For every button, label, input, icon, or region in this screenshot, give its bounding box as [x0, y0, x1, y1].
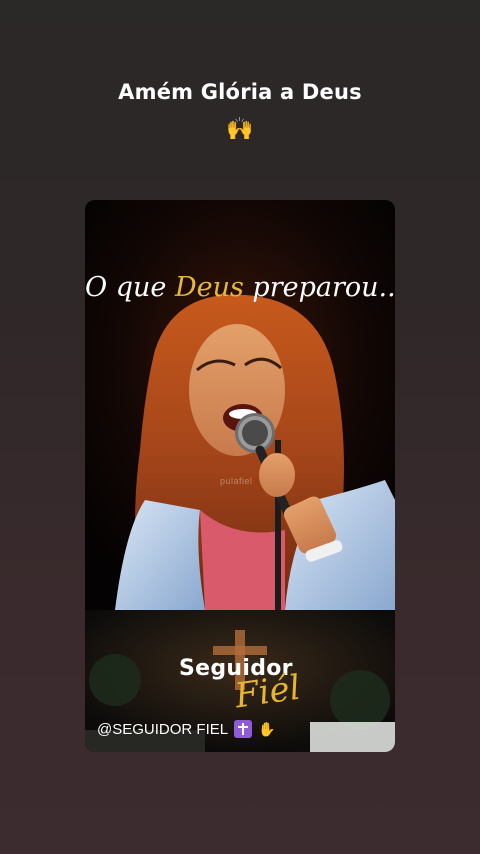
brand-area: Seguidor Fiél @SEGUIDOR FIEL ✋ — [85, 610, 395, 752]
singer-photo — [85, 200, 395, 610]
story-video-card[interactable]: O que Deus preparou... pulafiel Seguidor… — [85, 200, 395, 752]
handle-text: @SEGUIDOR FIEL — [97, 720, 229, 738]
account-handle[interactable]: @SEGUIDOR FIEL ✋ — [97, 720, 276, 738]
story-caption: Amém Glória a Deus 🙌 — [0, 78, 480, 142]
latin-cross-icon — [234, 720, 253, 738]
caption-title: Amém Glória a Deus — [118, 80, 362, 104]
phrase-highlight: Deus — [174, 272, 244, 303]
phrase-part1: O que — [85, 272, 175, 303]
phrase-part2: preparou... — [243, 272, 395, 303]
overlay-phrase: O que Deus preparou... — [85, 268, 395, 308]
praying-hands-icon: ✋ — [258, 721, 276, 737]
raised-hands-icon: 🙌 — [226, 116, 254, 141]
video-watermark: pulafiel — [220, 476, 253, 486]
